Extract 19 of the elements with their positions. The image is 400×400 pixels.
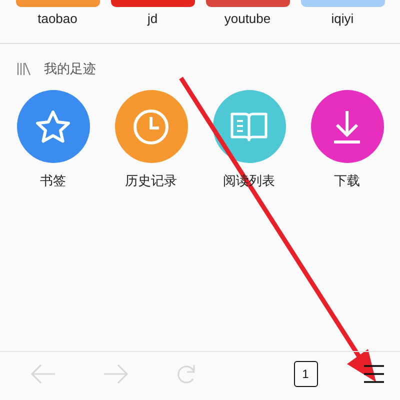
shortcut-label: jd — [147, 11, 158, 26]
footprint-label: 书签 — [40, 172, 66, 190]
book-icon — [230, 110, 268, 142]
footprint-label: 下载 — [334, 172, 360, 190]
footprint-label: 历史记录 — [125, 172, 177, 190]
download-icon — [331, 108, 363, 144]
shortcut-label: taobao — [38, 11, 78, 26]
clock-icon — [132, 108, 170, 146]
star-icon — [34, 108, 72, 144]
shortcut-tile[interactable] — [206, 0, 290, 7]
shortcut-tile[interactable] — [110, 0, 194, 7]
shortcut-tile[interactable] — [16, 0, 100, 7]
section-title: 我的足迹 — [44, 60, 96, 78]
shortcut-label: iqiyi — [331, 11, 354, 26]
menu-icon[interactable] — [364, 365, 384, 383]
library-icon — [17, 62, 31, 76]
tab-count-button[interactable]: 1 — [294, 361, 318, 387]
shortcut-tile[interactable] — [300, 0, 384, 7]
shortcut-label: youtube — [224, 11, 271, 26]
